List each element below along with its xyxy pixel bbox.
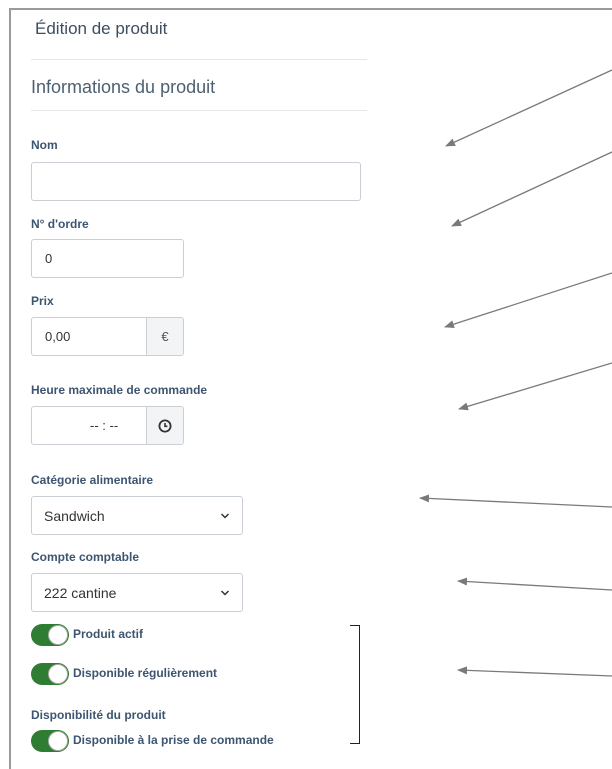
annotation-arrow: [419, 494, 612, 508]
annotation-arrows: [419, 69, 612, 677]
annotation-arrow: [457, 577, 612, 591]
annotation-arrow: [457, 666, 612, 677]
annotation-arrow: [444, 272, 612, 329]
annotation-arrow: [451, 151, 612, 227]
annotation-arrow: [445, 69, 612, 147]
annotation-arrow: [458, 362, 612, 411]
